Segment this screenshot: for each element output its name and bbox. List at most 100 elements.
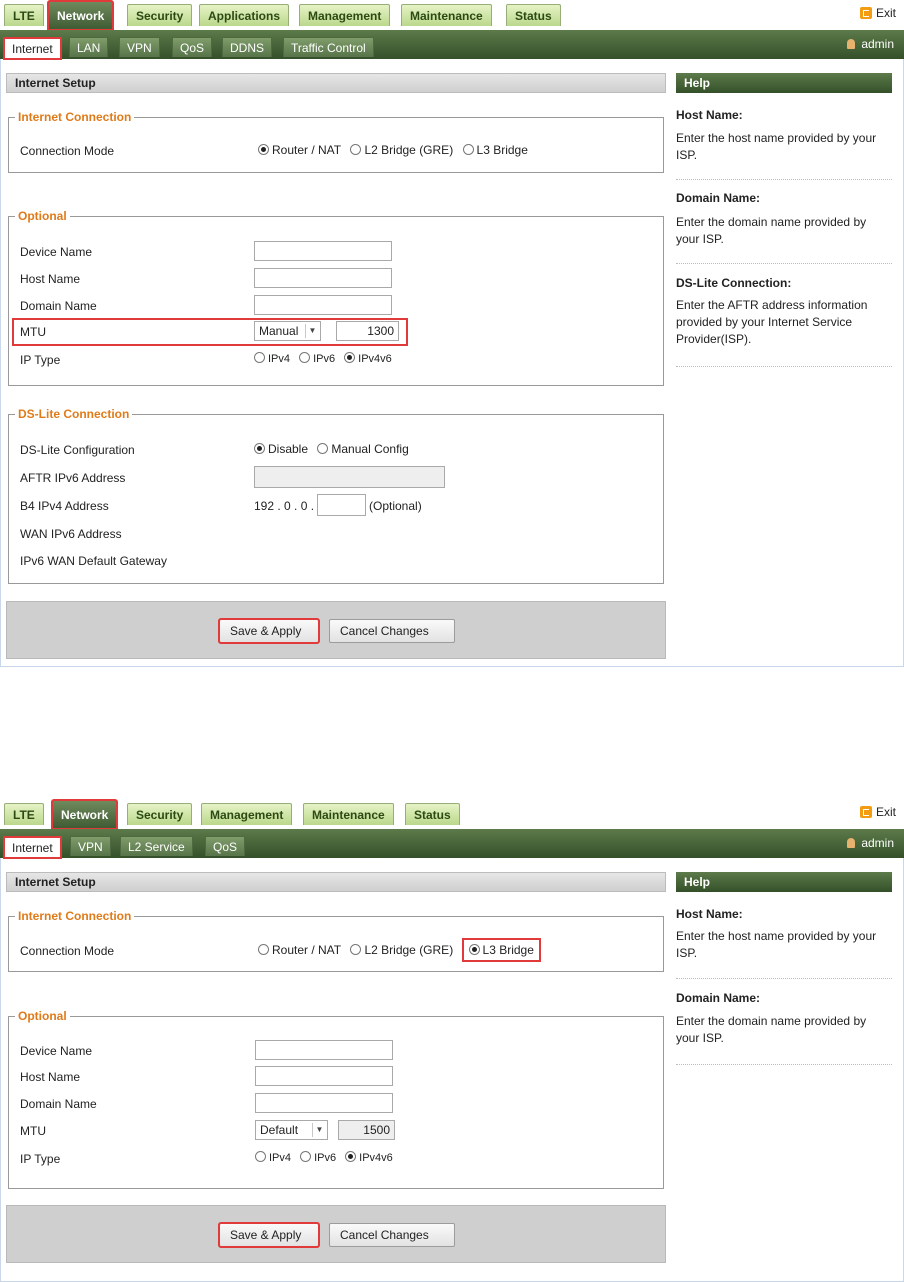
host-name-input[interactable] <box>255 1066 393 1086</box>
host-name-input[interactable] <box>254 268 392 288</box>
help-divider <box>676 179 892 180</box>
exit-button[interactable]: Exit <box>859 6 896 20</box>
tab-lte[interactable]: LTE <box>4 4 44 26</box>
tab-management[interactable]: Management <box>299 4 391 26</box>
exit-button[interactable]: Exit <box>859 805 896 819</box>
ip-type-label: IP Type <box>20 353 61 367</box>
tab-management[interactable]: Management <box>201 803 293 825</box>
dslite-group: DS-Lite Connection DS-Lite Configuration… <box>8 407 664 584</box>
cancel-changes-button[interactable]: Cancel Changes <box>329 1223 455 1247</box>
subtab-internet[interactable]: Internet <box>3 37 62 60</box>
radio-l2-bridge[interactable]: L2 Bridge (GRE) <box>350 943 453 957</box>
help-divider <box>676 366 892 367</box>
mtu-label: MTU <box>20 1124 46 1138</box>
optional-group: Optional Device Name Host Name Domain Na… <box>8 1009 664 1189</box>
radio-label: IPv4 <box>268 353 291 365</box>
radio-ipv4[interactable]: IPv4 <box>255 1151 291 1164</box>
mtu-value-input[interactable]: 1500 <box>338 1120 395 1140</box>
tab-maintenance[interactable]: Maintenance <box>303 803 394 825</box>
b4-label: B4 IPv4 Address <box>20 499 109 513</box>
optional-group: Optional Device Name Host Name Domain Na… <box>8 209 664 386</box>
dslite-config-label: DS-Lite Configuration <box>20 443 135 457</box>
aftr-input[interactable] <box>254 466 445 488</box>
section-title: Internet Setup <box>6 872 666 892</box>
device-name-label: Device Name <box>20 245 93 259</box>
radio-label: Router / NAT <box>272 943 342 957</box>
device-name-input[interactable] <box>255 1040 393 1060</box>
ip-type-radios: IPv4 IPv6 IPv4v6 <box>255 1151 399 1164</box>
section-title: Internet Setup <box>6 73 666 93</box>
tab-network[interactable]: Network <box>46 0 115 31</box>
sub-navigation: Internet VPN L2 Service QoS admin <box>0 829 904 859</box>
tab-security[interactable]: Security <box>127 803 193 825</box>
radio-button-icon <box>254 352 265 363</box>
help-domain-name-title: Domain Name: <box>676 991 761 1005</box>
wan-ipv6-label: WAN IPv6 Address <box>20 527 122 541</box>
radio-button-icon <box>462 144 474 155</box>
subtab-vpn[interactable]: VPN <box>70 836 111 856</box>
user-label: admin <box>861 37 894 51</box>
tab-network[interactable]: Network <box>50 799 119 830</box>
radio-manual-config[interactable]: Manual Config <box>317 442 409 456</box>
connection-mode-label: Connection Mode <box>20 144 115 158</box>
cancel-changes-button[interactable]: Cancel Changes <box>329 619 455 643</box>
help-host-name-title: Host Name: <box>676 108 743 122</box>
mtu-mode-value: Default <box>260 1123 299 1137</box>
subtab-vpn[interactable]: VPN <box>119 37 160 57</box>
subtab-ddns[interactable]: DDNS <box>222 37 273 57</box>
radio-button-icon <box>468 944 480 955</box>
save-apply-button[interactable]: Save & Apply <box>218 618 320 644</box>
radio-ipv4v6[interactable]: IPv4v6 <box>344 352 392 365</box>
help-domain-name-text: Enter the domain name provided by your I… <box>676 215 867 246</box>
radio-ipv4[interactable]: IPv4 <box>254 352 291 365</box>
connection-mode-radios: Router / NAT L2 Bridge (GRE) L3 Bridge <box>258 143 534 157</box>
tab-status[interactable]: Status <box>506 4 561 26</box>
subtab-qos[interactable]: QoS <box>172 37 213 57</box>
chevron-down-icon: ▼ <box>312 1123 326 1137</box>
subtab-traffic-control[interactable]: Traffic Control <box>283 37 374 57</box>
tab-status[interactable]: Status <box>405 803 460 825</box>
tab-security[interactable]: Security <box>127 4 193 26</box>
mtu-value-input[interactable]: 1300 <box>336 321 399 341</box>
top-navigation: LTE Network Security Applications Manage… <box>0 0 904 31</box>
subtab-lan[interactable]: LAN <box>69 37 109 57</box>
ip-type-radios: IPv4 IPv6 IPv4v6 <box>254 352 398 365</box>
subtab-qos[interactable]: QoS <box>205 836 246 856</box>
router-setup-panel-2: LTE Network Security Management Maintena… <box>0 799 904 1282</box>
radio-router-nat[interactable]: Router / NAT <box>258 943 341 957</box>
help-host-name-title: Host Name: <box>676 907 743 921</box>
save-apply-button[interactable]: Save & Apply <box>218 1222 320 1248</box>
radio-disable[interactable]: Disable <box>254 442 308 456</box>
radio-ipv6[interactable]: IPv6 <box>299 352 335 365</box>
mtu-mode-select[interactable]: Default ▼ <box>255 1120 328 1140</box>
radio-button-icon <box>258 144 269 155</box>
subtab-internet[interactable]: Internet <box>3 836 62 859</box>
connection-mode-radios: Router / NAT L2 Bridge (GRE) L3 Bridge <box>258 938 546 962</box>
user-indicator: admin <box>847 37 894 51</box>
domain-name-input[interactable] <box>255 1093 393 1113</box>
radio-button-icon <box>254 443 265 454</box>
mtu-mode-select[interactable]: Manual ▼ <box>254 321 321 341</box>
domain-name-label: Domain Name <box>20 1097 97 1111</box>
radio-l2-bridge[interactable]: L2 Bridge (GRE) <box>350 143 453 157</box>
tab-maintenance[interactable]: Maintenance <box>401 4 492 26</box>
radio-ipv4v6[interactable]: IPv4v6 <box>345 1151 393 1164</box>
subtab-l2-service[interactable]: L2 Service <box>120 836 193 856</box>
action-bar: Save & Apply Cancel Changes <box>6 1205 666 1263</box>
radio-l3-bridge[interactable]: L3 Bridge <box>461 938 541 962</box>
dslite-config-radios: Disable Manual Config <box>254 442 415 456</box>
radio-ipv6[interactable]: IPv6 <box>300 1151 337 1164</box>
tab-lte[interactable]: LTE <box>4 803 44 825</box>
router-setup-panel-1: LTE Network Security Applications Manage… <box>0 0 904 667</box>
radio-l3-bridge[interactable]: L3 Bridge <box>462 143 528 157</box>
tab-applications[interactable]: Applications <box>199 4 290 26</box>
radio-router-nat[interactable]: Router / NAT <box>258 143 341 157</box>
device-name-input[interactable] <box>254 241 392 261</box>
internet-connection-group: Internet Connection Connection Mode Rout… <box>8 110 664 173</box>
radio-label: IPv6 <box>314 1152 337 1164</box>
b4-input[interactable] <box>317 494 366 516</box>
domain-name-input[interactable] <box>254 295 392 315</box>
b4-prefix: 192 . 0 . 0 . <box>254 499 315 513</box>
radio-button-icon <box>299 352 311 363</box>
help-domain-name-text: Enter the domain name provided by your I… <box>676 1014 867 1045</box>
